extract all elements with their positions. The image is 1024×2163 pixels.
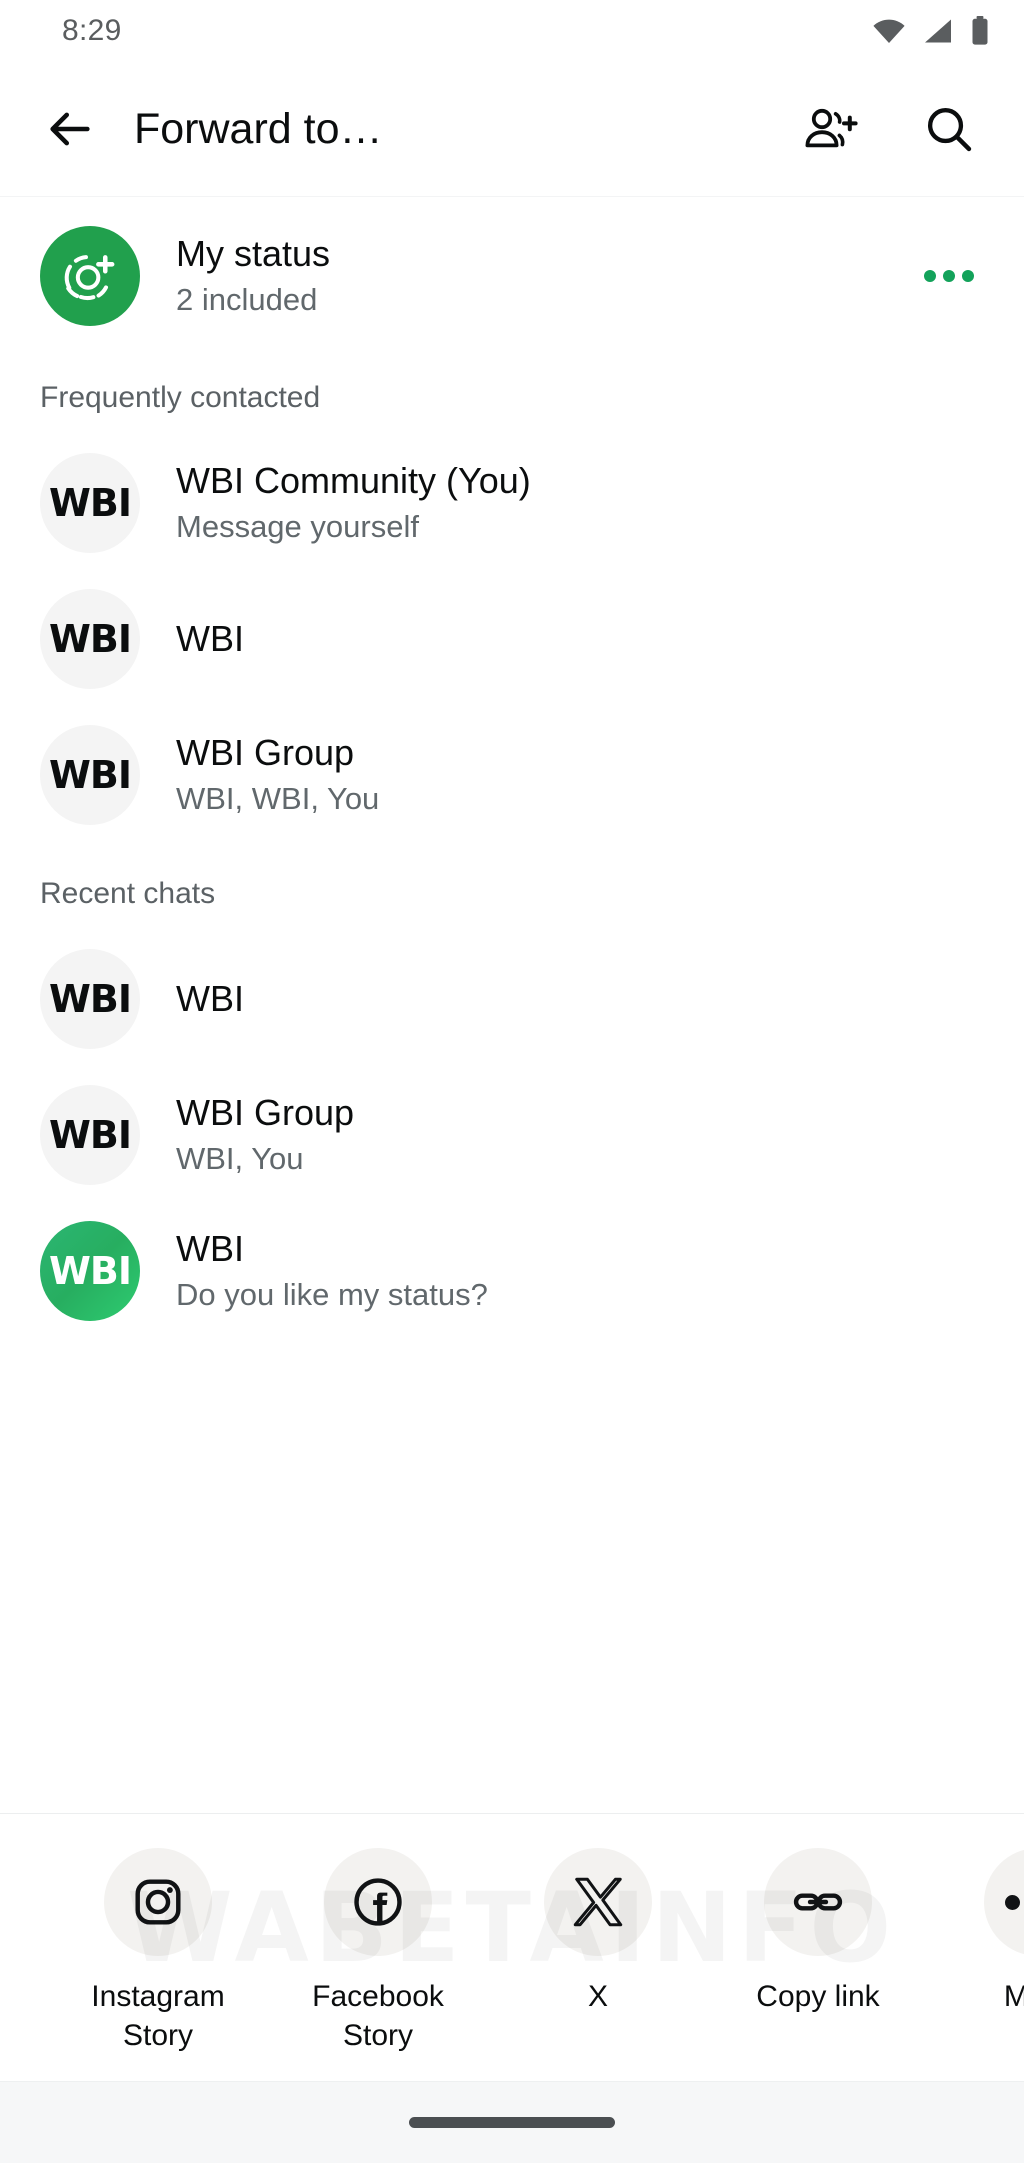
section-header-recent-chats: Recent chats	[40, 877, 216, 910]
list-item-subtitle: WBI, You	[176, 1140, 304, 1176]
avatar: WBI	[40, 725, 140, 825]
cellular-signal-icon	[925, 19, 951, 43]
my-status-overflow-menu-button[interactable]	[914, 241, 984, 311]
list-item-text: WBI Group WBI, You	[176, 1091, 984, 1179]
overflow-dot	[924, 270, 936, 282]
app-header: Forward to…	[0, 62, 1024, 197]
share-option-more[interactable]: More	[928, 1848, 1024, 2016]
my-status-title: My status	[176, 232, 331, 274]
back-arrow-icon	[50, 112, 90, 146]
status-bar-clock: 8:29	[62, 14, 122, 47]
back-button[interactable]	[34, 93, 106, 165]
avatar-initials: WBI	[48, 1249, 132, 1293]
header-actions	[796, 94, 984, 164]
my-status-subtitle: 2 included	[176, 281, 318, 317]
external-share-bar: WABETAINFO Instagram Story	[0, 1813, 1024, 2081]
share-icon-wrap	[764, 1848, 872, 1957]
share-option-label: Facebook Story	[312, 1980, 444, 2052]
status-camera-add-icon	[64, 255, 115, 301]
more-dots-icon	[1004, 1894, 1024, 1910]
avatar: WBI	[40, 1085, 140, 1185]
list-item-subtitle: Do you like my status?	[176, 1276, 488, 1312]
share-option-label: X	[587, 1980, 608, 2014]
avatar-initials: WBI	[48, 753, 132, 797]
list-item-wbi-community-you[interactable]: WBI WBI Community (You) Message yourself	[0, 435, 1024, 571]
overflow-dot	[943, 270, 955, 282]
my-status-avatar	[40, 226, 140, 326]
battery-icon	[972, 16, 988, 45]
x-twitter-icon	[573, 1877, 623, 1927]
page-title: Forward to…	[134, 104, 383, 153]
list-item-text: WBI Community (You) Message yourself	[176, 459, 984, 547]
share-option-label: More	[1004, 1978, 1024, 2016]
system-navigation-bar	[0, 2081, 1024, 2163]
avatar-initials: WBI	[48, 617, 132, 661]
share-option-label: Copy link	[756, 1980, 880, 2014]
avatar-initials: WBI	[48, 1113, 132, 1157]
forward-target-list[interactable]: My status 2 included Frequently contacte…	[0, 197, 1024, 1814]
list-item-wbi-status[interactable]: WBI WBI Do you like my status?	[0, 1203, 1024, 1339]
list-item-text: WBI	[176, 617, 984, 661]
avatar: WBI	[40, 1221, 140, 1321]
instagram-icon	[135, 1879, 181, 1925]
search-button[interactable]	[914, 94, 984, 164]
share-option-x[interactable]: X	[488, 1848, 708, 2016]
avatar-initials: WBI	[48, 977, 132, 1021]
share-option-label: Instagram Story	[91, 1980, 225, 2052]
avatar: WBI	[40, 589, 140, 689]
list-item-title: WBI Group	[176, 731, 355, 773]
share-icon-wrap	[104, 1848, 212, 1957]
list-item-subtitle: Message yourself	[176, 508, 419, 544]
list-item-title: WBI	[176, 1227, 244, 1269]
wifi-icon	[873, 19, 905, 44]
more-dot	[1004, 1894, 1020, 1910]
overflow-dot	[962, 270, 974, 282]
section-header-frequently-contacted: Frequently contacted	[40, 381, 321, 414]
list-item-wbi-1[interactable]: WBI WBI	[0, 571, 1024, 707]
list-item-title: WBI	[176, 618, 244, 660]
list-item-wbi-group-1[interactable]: WBI WBI Group WBI, WBI, You	[0, 707, 1024, 843]
list-item-title: WBI Community (You)	[176, 459, 531, 501]
list-item-wbi-group-2[interactable]: WBI WBI Group WBI, You	[0, 1067, 1024, 1203]
list-item-wbi-2[interactable]: WBI WBI	[0, 931, 1024, 1067]
list-item-subtitle: WBI, WBI, You	[176, 780, 380, 816]
search-icon	[927, 107, 972, 152]
link-icon	[793, 1893, 843, 1911]
list-item-title: WBI Group	[176, 1091, 355, 1133]
status-bar-indicators	[872, 16, 990, 46]
share-icon-wrap	[324, 1848, 432, 1957]
list-item-text: WBI	[176, 977, 984, 1021]
whatsapp-forward-screen: 8:29 Forward to… My status 2 included Fr…	[0, 0, 1024, 2163]
share-icon-wrap	[984, 1848, 1024, 1957]
my-status-text: My status 2 included	[176, 232, 894, 320]
new-group-button[interactable]	[796, 94, 866, 164]
avatar: WBI	[40, 949, 140, 1049]
list-item-text: WBI Group WBI, WBI, You	[176, 731, 984, 819]
share-option-instagram-story[interactable]: Instagram Story	[48, 1848, 268, 2055]
list-item-text: WBI Do you like my status?	[176, 1227, 984, 1315]
avatar-initials: WBI	[48, 481, 132, 525]
list-item-my-status[interactable]: My status 2 included	[0, 197, 1024, 347]
home-gesture-pill[interactable]	[409, 2117, 615, 2128]
share-option-copy-link[interactable]: Copy link	[708, 1848, 928, 2016]
share-options-row[interactable]: Instagram Story Facebook Story X Copy li…	[0, 1848, 1024, 2055]
avatar: WBI	[40, 453, 140, 553]
facebook-icon	[354, 1878, 402, 1926]
add-group-icon	[805, 108, 858, 148]
system-status-bar: 8:29	[0, 0, 1024, 62]
share-icon-wrap	[544, 1848, 652, 1957]
share-option-facebook-story[interactable]: Facebook Story	[268, 1848, 488, 2055]
list-item-title: WBI	[176, 978, 244, 1020]
